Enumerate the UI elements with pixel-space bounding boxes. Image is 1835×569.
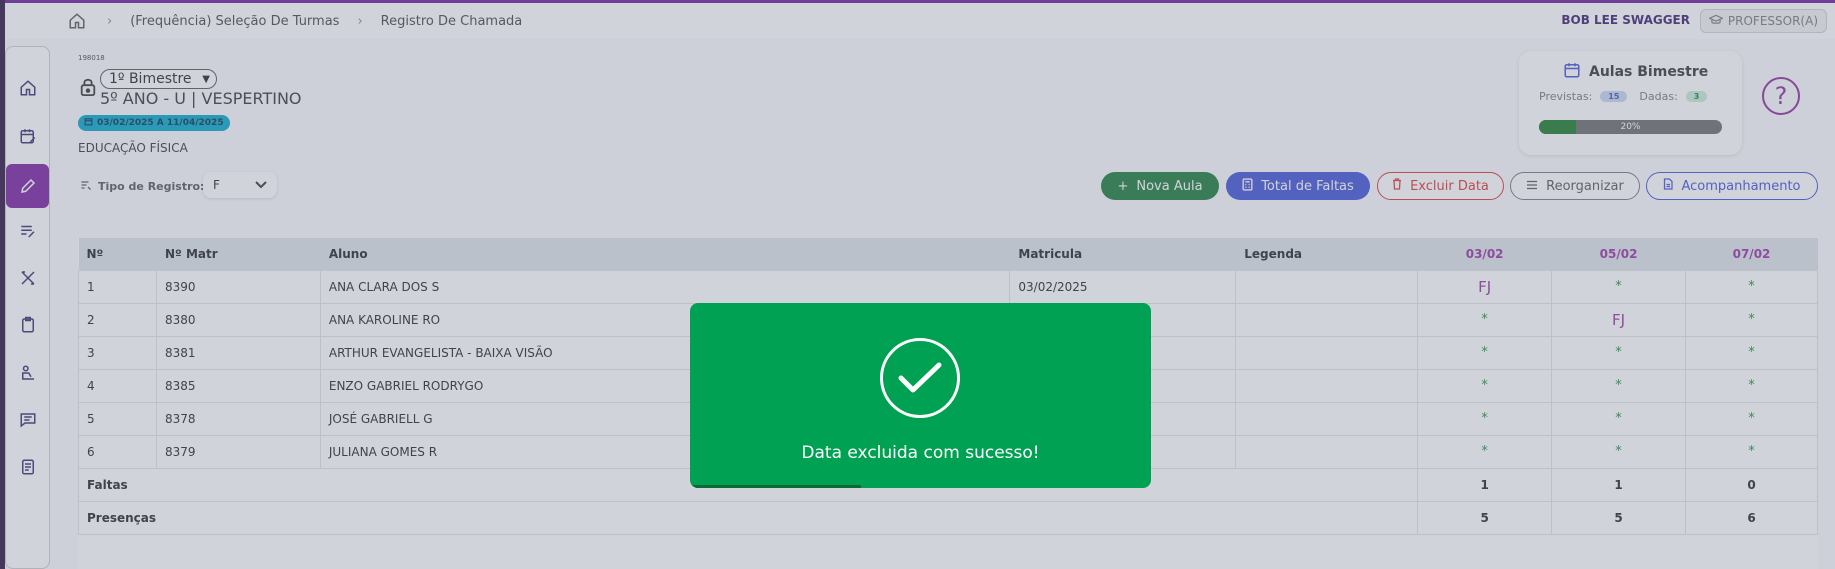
check-circle-icon [880,338,960,418]
success-toast: Data excluida com sucesso! [690,303,1151,488]
toast-message: Data excluida com sucesso! [801,443,1040,463]
toast-timer-bar [690,485,861,488]
